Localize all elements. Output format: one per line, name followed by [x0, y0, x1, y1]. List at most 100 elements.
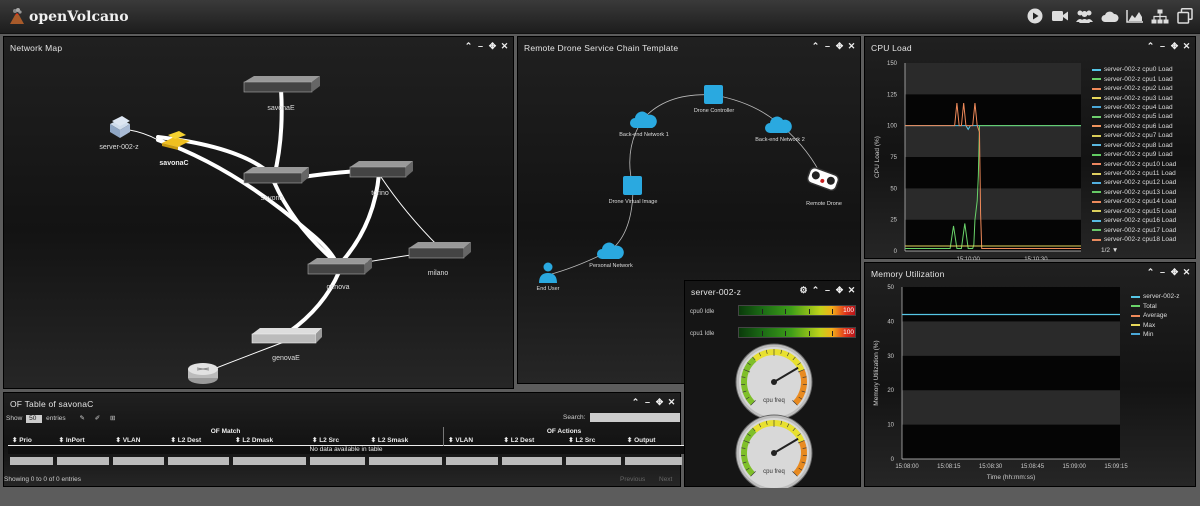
column-filter-input[interactable] [10, 457, 53, 465]
legend-item[interactable]: server-002-z cpu9 Load [1092, 150, 1176, 159]
legend-item[interactable]: Average [1131, 311, 1179, 320]
openflow-switch-savonaC[interactable] [162, 131, 190, 150]
legend-swatch [1131, 324, 1140, 327]
legend-label: server-002-z cpu17 Load [1104, 226, 1177, 234]
cloud-node-backend-1[interactable] [630, 111, 657, 128]
next-button[interactable]: Next [659, 476, 672, 483]
panel-header[interactable]: OF Table of savonaC ⌃ – ✥ ✕ [4, 393, 680, 413]
collapse-icon[interactable]: ⌃ [631, 397, 640, 407]
legend-item[interactable]: server-002-z cpu13 Load [1092, 188, 1176, 197]
column-filter-input[interactable] [168, 457, 230, 465]
legend-item[interactable]: server-002-z cpu1 Load [1092, 74, 1176, 83]
play-icon[interactable] [1025, 6, 1044, 26]
column-header[interactable]: ⬍ L2 Dest [500, 436, 565, 445]
x-tick-label: 15:09:00 [1063, 464, 1087, 470]
legend-item[interactable]: Min [1131, 330, 1179, 339]
legend-item[interactable]: server-002-z cpu15 Load [1092, 207, 1176, 216]
sitemap-icon[interactable] [1150, 6, 1169, 26]
legend-item[interactable]: server-002-z cpu12 Load [1092, 178, 1176, 187]
legend-item[interactable]: server-002-z cpu10 Load [1092, 159, 1176, 168]
column-header[interactable]: ⬍ L2 Dest [166, 436, 231, 445]
column-filter-input[interactable] [566, 457, 621, 465]
legend-item[interactable]: server-002-z cpu0 Load [1092, 65, 1176, 74]
column-filter-input[interactable] [624, 457, 682, 465]
video-camera-icon[interactable] [1050, 6, 1069, 26]
legend-pager[interactable]: 1/2 ▼ [1101, 247, 1118, 254]
legend-item[interactable]: server-002-z cpu2 Load [1092, 84, 1176, 93]
column-filter-input[interactable] [56, 457, 110, 465]
column-filter-input[interactable] [309, 457, 365, 465]
column-header[interactable]: ⬍ InPort [55, 436, 112, 445]
column-header[interactable]: ⬍ L2 Src [564, 436, 623, 445]
legend-item[interactable]: Max [1131, 320, 1179, 329]
switch-torino[interactable] [349, 161, 413, 178]
legend-swatch [1092, 200, 1101, 203]
close-icon[interactable]: ✕ [667, 397, 676, 407]
column-filter-input[interactable] [233, 457, 306, 465]
legend-item[interactable]: server-002-z cpu4 Load [1092, 103, 1176, 112]
search-input[interactable] [590, 413, 680, 422]
column-filter-input[interactable] [445, 457, 498, 465]
legend-label: server-002-z cpu0 Load [1104, 66, 1173, 74]
y-tick-label: 20 [887, 388, 894, 394]
add-row-icon[interactable]: ⊞ [110, 415, 115, 422]
pencil-icon[interactable]: ✐ [95, 415, 100, 422]
router-icon[interactable] [188, 363, 218, 384]
server-icon[interactable] [110, 116, 130, 138]
x-tick-label: 15:08:15 [937, 464, 961, 470]
cloud-node-personal-network[interactable] [597, 242, 624, 259]
y-tick-label: 125 [887, 92, 898, 98]
legend-item[interactable]: server-002-z [1131, 292, 1179, 301]
column-filter-input[interactable] [368, 457, 442, 465]
column-header[interactable]: ⬍ Prio [8, 436, 55, 445]
legend-label: server-002-z [1143, 293, 1180, 301]
user-node-end-user[interactable] [539, 262, 557, 284]
legend-item[interactable]: server-002-z cpu11 Load [1092, 169, 1176, 178]
page-length-select[interactable]: 50 [26, 415, 43, 423]
column-header[interactable]: ⬍ VLAN [444, 436, 500, 445]
column-filter-input[interactable] [501, 457, 563, 465]
minimize-icon[interactable]: – [643, 397, 652, 407]
column-header[interactable]: ⬍ VLAN [111, 436, 166, 445]
legend-item[interactable]: Total [1131, 301, 1179, 310]
volcano-logo-icon [10, 8, 24, 24]
switch-savona[interactable] [243, 167, 309, 184]
legend-swatch [1092, 229, 1101, 232]
logo[interactable]: openVolcano [8, 7, 129, 27]
drone-icon[interactable] [806, 166, 840, 191]
column-header[interactable]: ⬍ Output [623, 436, 684, 445]
cloud-icon[interactable] [1100, 6, 1119, 26]
vnf-node-drone-controller[interactable] [704, 85, 723, 104]
legend-item[interactable]: server-002-z cpu16 Load [1092, 216, 1176, 225]
legend-item[interactable]: server-002-z cpu6 Load [1092, 122, 1176, 131]
legend-item[interactable]: server-002-z cpu7 Load [1092, 131, 1176, 140]
switch-genova[interactable] [307, 258, 372, 275]
network-map-canvas[interactable]: savonaE savona torino genova milano geno… [4, 37, 515, 390]
users-icon[interactable] [1075, 6, 1094, 26]
area-chart-icon[interactable] [1125, 6, 1144, 26]
switch-milano[interactable] [408, 242, 471, 259]
legend-label: Total [1143, 302, 1157, 310]
copy-windows-icon[interactable] [1175, 6, 1194, 26]
filter-cell [111, 454, 166, 468]
switch-savonaE[interactable] [243, 76, 320, 93]
vnf-node-virtual-image[interactable] [623, 176, 642, 195]
memory-panel: Memory Utilization ⌃ – ✥ ✕ 0 10 20 30 40 50 15:08… [864, 262, 1196, 487]
legend-item[interactable]: server-002-z cpu17 Load [1092, 225, 1176, 234]
column-header[interactable]: ⬍ L2 Smask [366, 436, 445, 445]
legend-item[interactable]: server-002-z cpu5 Load [1092, 112, 1176, 121]
legend-item[interactable]: server-002-z cpu14 Load [1092, 197, 1176, 206]
column-header[interactable]: ⬍ L2 Dmask [231, 436, 308, 445]
maximize-icon[interactable]: ✥ [655, 397, 664, 407]
edit-icon[interactable]: ✎ [79, 415, 84, 422]
column-header[interactable]: ⬍ L2 Src [308, 436, 367, 445]
legend-swatch [1092, 106, 1101, 109]
legend-item[interactable]: server-002-z cpu18 Load [1092, 235, 1176, 244]
switch-genovaE[interactable] [251, 328, 322, 344]
column-filter-input[interactable] [113, 457, 165, 465]
table-info: Showing 0 to 0 of 0 entries [4, 476, 81, 483]
cloud-node-backend-2[interactable] [765, 116, 792, 133]
previous-button[interactable]: Previous [620, 476, 645, 483]
legend-item[interactable]: server-002-z cpu8 Load [1092, 141, 1176, 150]
legend-item[interactable]: server-002-z cpu3 Load [1092, 93, 1176, 102]
